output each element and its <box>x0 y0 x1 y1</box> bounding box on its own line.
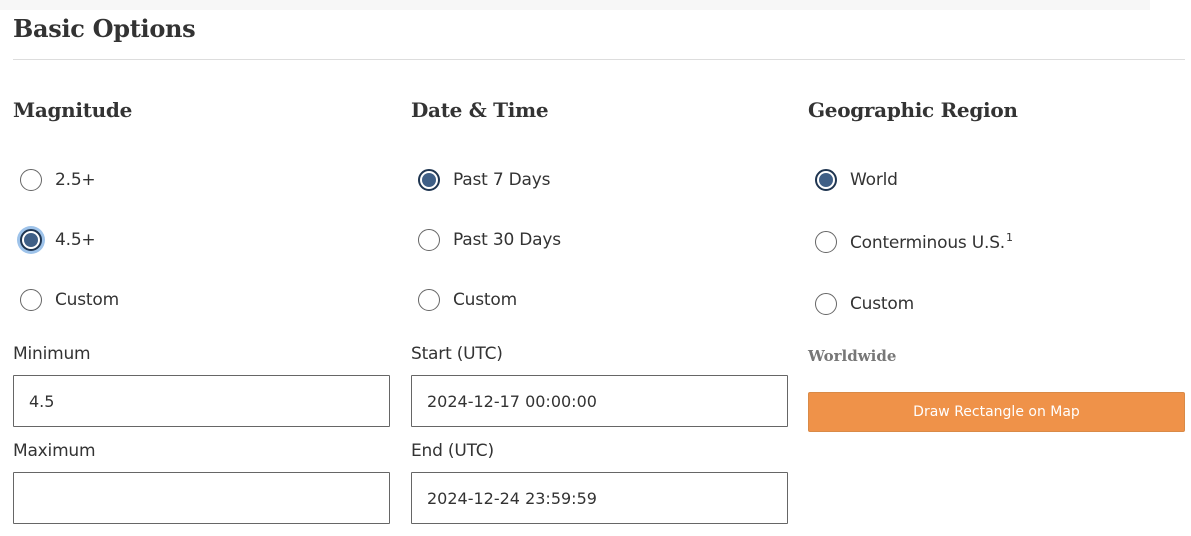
start-utc-input[interactable] <box>411 375 788 427</box>
radio-datetime-custom[interactable] <box>418 289 440 311</box>
radio-2-5[interactable] <box>20 169 42 191</box>
region-option-conterminous-us[interactable]: Conterminous U.S.1 <box>815 228 1013 256</box>
radio-world[interactable] <box>815 169 837 191</box>
magnitude-option-2-5[interactable]: 2.5+ <box>20 166 96 194</box>
conterminous-us-text: Conterminous U.S. <box>850 233 1005 253</box>
datetime-option-past-30-days[interactable]: Past 30 Days <box>418 226 561 254</box>
basic-options-panel: Basic Options Magnitude 2.5+ 4.5+ Custom… <box>0 0 1191 536</box>
section-title: Basic Options <box>13 14 196 43</box>
magnitude-option-custom[interactable]: Custom <box>20 286 119 314</box>
region-option-world[interactable]: World <box>815 166 898 194</box>
section-divider <box>13 59 1185 60</box>
radio-label-2-5: 2.5+ <box>55 170 96 190</box>
magnitude-option-4-5[interactable]: 4.5+ <box>20 226 96 254</box>
radio-label-conterminous-us: Conterminous U.S.1 <box>850 231 1013 253</box>
radio-label-magnitude-custom: Custom <box>55 290 119 310</box>
radio-label-4-5: 4.5+ <box>55 230 96 250</box>
radio-conterminous-us[interactable] <box>815 231 837 253</box>
radio-label-past-7-days: Past 7 Days <box>453 170 551 190</box>
start-utc-label: Start (UTC) <box>411 344 503 364</box>
end-utc-input[interactable] <box>411 472 788 524</box>
maximum-input[interactable] <box>13 472 390 524</box>
radio-label-past-30-days: Past 30 Days <box>453 230 561 250</box>
magnitude-heading: Magnitude <box>13 98 133 122</box>
minimum-input[interactable] <box>13 375 390 427</box>
region-heading: Geographic Region <box>808 98 1018 122</box>
datetime-option-custom[interactable]: Custom <box>418 286 517 314</box>
radio-region-custom[interactable] <box>815 293 837 315</box>
minimum-label: Minimum <box>13 344 91 364</box>
region-current-label: Worldwide <box>808 347 897 365</box>
top-strip <box>0 0 1150 10</box>
datetime-option-past-7-days[interactable]: Past 7 Days <box>418 166 550 194</box>
radio-label-world: World <box>850 170 898 190</box>
radio-4-5[interactable] <box>20 229 42 251</box>
radio-magnitude-custom[interactable] <box>20 289 42 311</box>
datetime-heading: Date & Time <box>411 98 549 122</box>
radio-label-datetime-custom: Custom <box>453 290 517 310</box>
maximum-label: Maximum <box>13 441 96 461</box>
radio-label-region-custom: Custom <box>850 294 914 314</box>
region-option-custom[interactable]: Custom <box>815 290 914 318</box>
radio-past-7-days[interactable] <box>418 169 440 191</box>
draw-rectangle-button[interactable]: Draw Rectangle on Map <box>808 392 1185 432</box>
end-utc-label: End (UTC) <box>411 441 494 461</box>
footnote-marker: 1 <box>1006 231 1013 244</box>
radio-past-30-days[interactable] <box>418 229 440 251</box>
